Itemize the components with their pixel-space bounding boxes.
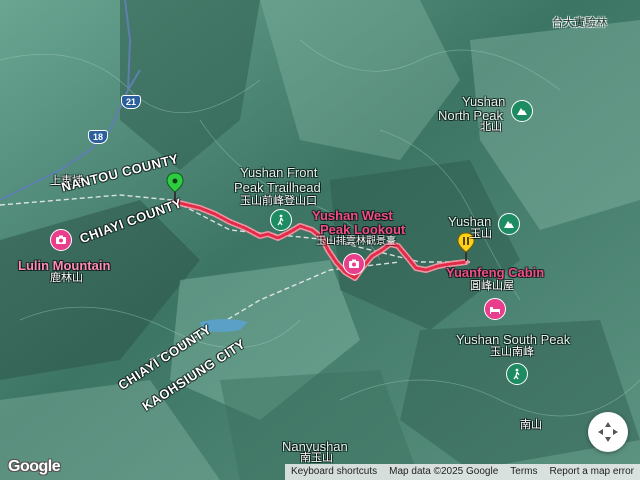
map-view[interactable]: 21 18 台大實驗林 上東埔 NANTOU COUNTY CHIAYI COU… — [0, 0, 640, 480]
route-18-shield: 18 — [88, 130, 109, 144]
keyboard-shortcuts-link[interactable]: Keyboard shortcuts — [285, 464, 383, 480]
nanshan-label: 南山 — [520, 419, 542, 431]
nanyushan-zh-label: 南玉山 — [300, 452, 333, 464]
yuanfeng-cabin-zh-label: 圓峰山屋 — [470, 280, 514, 292]
top-right-label: 台大實驗林 — [552, 17, 607, 29]
compass-button[interactable] — [588, 412, 628, 452]
camera-icon[interactable] — [50, 229, 72, 251]
west-peak-zh-label: 玉山排雲林觀景臺 — [316, 236, 396, 247]
route-21-shield: 21 — [121, 95, 142, 109]
report-error-link[interactable]: Report a map error — [544, 464, 640, 480]
south-peak-zh-label: 玉山南峰 — [490, 346, 534, 358]
north-peak-label[interactable]: Yushan — [462, 95, 505, 109]
front-peak-label-2: Peak Trailhead — [234, 180, 321, 195]
map-data-text: Map data ©2025 Google — [389, 466, 499, 477]
west-peak-label[interactable]: Yushan West — [312, 209, 393, 223]
north-peak-zh-label: 北山 — [480, 121, 502, 133]
hiker-icon[interactable] — [506, 363, 528, 385]
google-logo: Google — [8, 458, 61, 476]
compass-icon — [598, 422, 618, 442]
lulin-mountain-zh-label: 鹿林山 — [50, 272, 83, 284]
hiker-icon[interactable] — [270, 209, 292, 231]
front-peak-label[interactable]: Yushan Front — [240, 166, 317, 180]
south-peak-label[interactable]: Yushan South Peak — [456, 333, 570, 347]
yuanfeng-cabin-label[interactable]: Yuanfeng Cabin — [446, 266, 544, 280]
yushan-label[interactable]: Yushan — [448, 215, 491, 229]
front-peak-zh-label: 玉山前峰登山口 — [240, 195, 317, 207]
bed-icon[interactable] — [484, 298, 506, 320]
mountain-icon[interactable] — [511, 100, 533, 122]
mountain-icon[interactable] — [498, 213, 520, 235]
lulin-mountain-label[interactable]: Lulin Mountain — [18, 259, 110, 273]
west-peak-label-2: Peak Lookout — [320, 222, 406, 237]
terms-link[interactable]: Terms — [504, 464, 543, 480]
attribution-bar: Keyboard shortcuts Map data ©2025 Google… — [284, 464, 640, 480]
yushan-zh-label: 玉山 — [470, 228, 492, 240]
camera-icon[interactable] — [343, 253, 365, 275]
